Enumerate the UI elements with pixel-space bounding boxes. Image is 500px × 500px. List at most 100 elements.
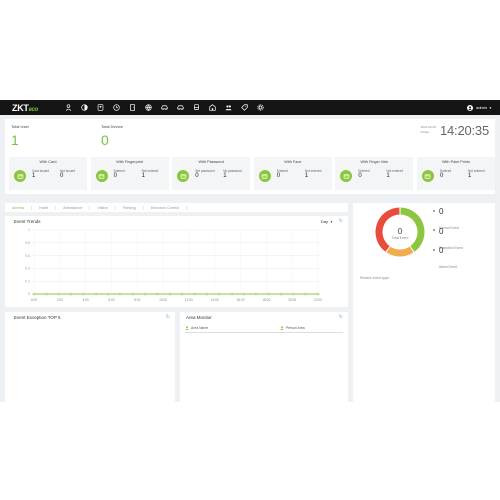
logo-text: ZKT [12, 102, 29, 113]
area-monitor-title: Area Monitor [186, 315, 212, 320]
x-tick-label: 20:00 [288, 298, 296, 302]
card-stat-value: 0 [60, 172, 64, 179]
card-stat-primary[interactable]: Entered 0 [358, 169, 382, 179]
date: 2021-02-05 Friday [421, 125, 436, 134]
data-point [316, 292, 320, 296]
card-stat-secondary[interactable]: Not entered 1 [467, 169, 492, 179]
car-icon[interactable] [156, 100, 172, 115]
card-title: With Palm Prints [441, 160, 470, 164]
contrast-icon[interactable] [76, 100, 92, 115]
card-title: With Fingerprint [116, 160, 143, 164]
gear-icon[interactable] [252, 100, 268, 115]
data-point [156, 292, 159, 296]
legend-dot [433, 229, 435, 231]
data-point [69, 292, 73, 296]
card-stat-primary[interactable]: Set password 0 [195, 169, 219, 179]
refresh-icon[interactable]: ↻ [339, 218, 343, 224]
card-stat-value: 1 [141, 172, 145, 179]
refresh-icon[interactable]: ↻ [166, 314, 170, 320]
data-point [292, 292, 295, 296]
data-point [119, 292, 122, 296]
tab-entrance-control[interactable]: Entrance Control [144, 205, 188, 210]
refresh-icon[interactable]: ↻ [339, 314, 343, 320]
x-tick-label: 18:00 [262, 298, 270, 302]
legend-item[interactable]: 0 Alarm Event [433, 246, 463, 269]
clock: 2021-02-05 Friday 14:20:35 [421, 123, 490, 138]
event-trends-panel: Event Trends Day ▼ ↻ 1 0.8 0.6 0.4 0.2 0 0:00 2:… [5, 216, 348, 307]
card-stat-secondary[interactable]: Not entered 1 [304, 169, 329, 179]
tab-parking[interactable]: Parking [116, 205, 144, 210]
data-point [267, 292, 270, 296]
event-summary-panel: 0 Total Event 0 Normal Event 0 Exception Eve… [353, 203, 495, 402]
id-card-icon[interactable] [92, 100, 108, 115]
y-tick-label: 1 [28, 228, 30, 232]
car-icon[interactable] [172, 100, 188, 115]
card-stat-value: 1 [386, 172, 390, 179]
legend-dot [433, 248, 435, 251]
tag-icon[interactable] [236, 100, 252, 115]
credential-card: With Face Entered 0 Not entered 1 [253, 157, 332, 190]
finger-vein-icon [340, 170, 353, 182]
data-point [168, 292, 172, 296]
data-point [304, 292, 307, 296]
time-text: 14:20:35 [439, 123, 489, 138]
legend-value: 0 [439, 246, 444, 255]
card-stat-secondary[interactable]: Not issued 0 [60, 169, 84, 179]
area-monitor-panel: Area Monitor ↻ Area Name Person Area [180, 312, 348, 402]
card-stat-primary[interactable]: Entered 0 [440, 169, 464, 179]
building-icon[interactable] [204, 100, 220, 115]
event-trends-chart: 1 0.8 0.6 0.4 0.2 00:00 2:00 4:00 6:00 8:00 10:00 1… [25, 228, 322, 302]
data-point [106, 292, 110, 296]
legend-label: Alarm Event [439, 265, 457, 269]
door-icon[interactable] [124, 100, 140, 115]
card-icon [14, 170, 26, 182]
total-device-value[interactable]: 0 [101, 132, 123, 148]
card-stat-value: 0 [276, 172, 281, 179]
legend-value: 0 [439, 207, 444, 216]
card-title: With Password [198, 160, 224, 164]
data-point [82, 292, 85, 296]
event-exception-panel: Event Exception TOP 5 ↻ [5, 312, 175, 402]
data-point [193, 292, 196, 296]
tab-attendance[interactable]: Attendance [56, 205, 91, 210]
clock-icon[interactable] [108, 100, 124, 115]
area-monitor-header: Area Name Person Area [185, 324, 343, 333]
credential-card: With Finger Vein Entered 0 Not entered 1 [335, 157, 414, 190]
card-stat-value: 1 [304, 172, 309, 179]
data-point [180, 292, 184, 296]
user-menu[interactable]: admin ▼ [467, 100, 492, 115]
card-stat-secondary[interactable]: Not entered 1 [141, 169, 166, 179]
total-user-label: Total User [11, 124, 30, 129]
card-stat-secondary[interactable]: Not entered 1 [386, 169, 410, 179]
person-icon[interactable] [60, 100, 76, 115]
user-group-icon[interactable] [220, 100, 236, 115]
period-select[interactable]: Day ▼ [321, 219, 333, 224]
card-stat-primary[interactable]: Entered 0 [276, 169, 301, 179]
card-title: With Face [284, 160, 302, 164]
bus-icon[interactable] [188, 100, 204, 115]
legend-item[interactable]: 0 Normal Event [433, 207, 463, 230]
credential-card: With Palm Prints Entered 0 Not entered 1 [416, 157, 495, 190]
x-tick-label: 14:00 [211, 298, 219, 302]
password-icon [177, 170, 190, 182]
logo-suffix: eco [28, 106, 39, 113]
total-user-value[interactable]: 1 [11, 132, 29, 148]
module-tabs: Access Hotel Attendance Visitor Parking Entra… [5, 203, 348, 212]
credential-card: With Card Card issued 1 Not issued 0 [9, 157, 87, 190]
donut-segment [375, 207, 400, 252]
tab-visitor[interactable]: Visitor [90, 205, 116, 210]
card-stat-primary[interactable]: Entered 0 [114, 169, 138, 179]
donut-segment [386, 246, 414, 257]
card-stat-secondary[interactable]: No password 1 [223, 169, 247, 179]
globe-icon[interactable] [140, 100, 156, 115]
legend-item[interactable]: 0 Exception Event [433, 227, 463, 250]
tab-hotel[interactable]: Hotel [32, 205, 57, 210]
tab-access[interactable]: Access [5, 205, 33, 210]
total-event-value: 0 [398, 227, 403, 236]
card-stat-value: 1 [467, 172, 472, 179]
card-stat-primary[interactable]: Card issued 1 [32, 169, 56, 179]
chevron-down-icon: ▼ [489, 105, 492, 110]
weekday-text: Friday [420, 129, 429, 134]
total-device: Total Device 0 [101, 124, 123, 148]
donut-segment [400, 207, 425, 252]
